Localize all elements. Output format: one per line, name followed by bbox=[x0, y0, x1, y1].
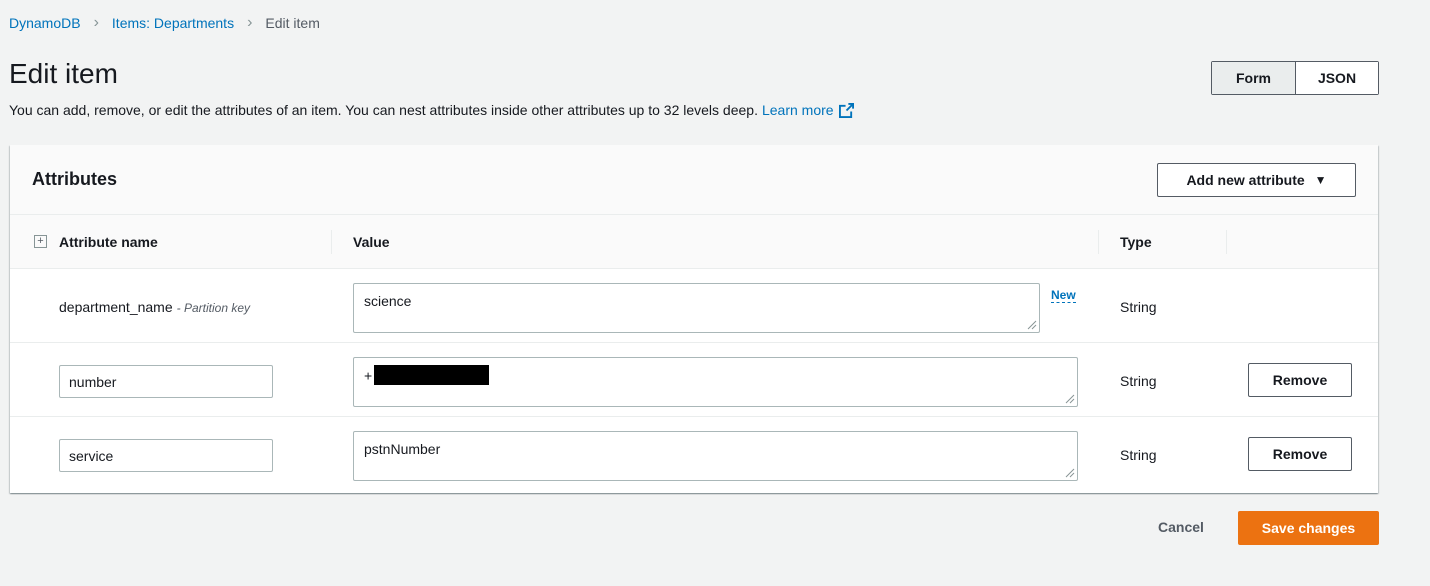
expand-all-icon[interactable]: + bbox=[34, 235, 47, 248]
table-row: + String Remove bbox=[10, 343, 1378, 417]
value-textarea[interactable]: + bbox=[353, 357, 1078, 407]
learn-more-label: Learn more bbox=[761, 102, 834, 118]
type-text: String bbox=[1120, 447, 1157, 463]
external-link-icon bbox=[838, 102, 854, 118]
view-toggle: Form JSON bbox=[1211, 61, 1379, 95]
type-text: String bbox=[1120, 299, 1157, 315]
attribute-name-input[interactable] bbox=[59, 365, 273, 398]
breadcrumb-current: Edit item bbox=[265, 15, 320, 31]
table-row: department_name - Partition key science N… bbox=[10, 269, 1378, 343]
remove-button[interactable]: Remove bbox=[1248, 437, 1352, 471]
breadcrumb-dynamodb[interactable]: DynamoDB bbox=[9, 15, 81, 31]
add-new-attribute-label: Add new attribute bbox=[1186, 172, 1305, 188]
page-description: You can add, remove, or edit the attribu… bbox=[9, 102, 854, 118]
cancel-button[interactable]: Cancel bbox=[1158, 519, 1204, 535]
page-title: Edit item bbox=[9, 58, 118, 89]
chevron-right-icon: › bbox=[247, 14, 253, 31]
attribute-name-input[interactable] bbox=[59, 439, 273, 472]
json-view-button[interactable]: JSON bbox=[1296, 62, 1378, 94]
save-changes-button[interactable]: Save changes bbox=[1238, 511, 1379, 545]
new-badge[interactable]: New bbox=[1051, 289, 1076, 303]
redacted-block bbox=[374, 365, 490, 385]
value-text: science bbox=[364, 293, 412, 309]
table-row: pstnNumber String Remove bbox=[10, 417, 1378, 493]
learn-more-link[interactable]: Learn more bbox=[762, 102, 854, 118]
chevron-right-icon: › bbox=[93, 14, 99, 31]
resize-handle-icon[interactable] bbox=[1027, 320, 1037, 330]
column-type: Type bbox=[1120, 234, 1152, 250]
column-attribute-name: Attribute name bbox=[59, 234, 158, 250]
value-textarea[interactable]: science bbox=[353, 283, 1040, 333]
type-text: String bbox=[1120, 373, 1157, 389]
resize-handle-icon[interactable] bbox=[1065, 394, 1075, 404]
value-textarea[interactable]: pstnNumber bbox=[353, 431, 1078, 481]
attribute-name-text: department_name bbox=[59, 299, 173, 315]
table-header: + Attribute name Value Type bbox=[10, 215, 1378, 269]
page-description-text: You can add, remove, or edit the attribu… bbox=[9, 102, 758, 118]
panel-title: Attributes bbox=[32, 169, 117, 189]
form-view-button[interactable]: Form bbox=[1212, 62, 1296, 94]
breadcrumb: DynamoDB › Items: Departments › Edit ite… bbox=[9, 14, 320, 32]
attributes-panel: Attributes Add new attribute ▼ + Attribu… bbox=[10, 145, 1378, 493]
column-value: Value bbox=[353, 234, 390, 250]
add-new-attribute-button[interactable]: Add new attribute ▼ bbox=[1157, 163, 1356, 197]
column-divider bbox=[331, 230, 332, 254]
caret-down-icon: ▼ bbox=[1314, 173, 1327, 187]
panel-header: Attributes Add new attribute ▼ bbox=[10, 145, 1378, 215]
partition-key-note: - Partition key bbox=[176, 301, 250, 315]
partition-key-name: department_name - Partition key bbox=[59, 299, 250, 315]
breadcrumb-items-departments[interactable]: Items: Departments bbox=[112, 15, 234, 31]
column-divider bbox=[1226, 230, 1227, 254]
value-text: + bbox=[364, 367, 373, 384]
column-divider bbox=[1098, 230, 1099, 254]
remove-button[interactable]: Remove bbox=[1248, 363, 1352, 397]
value-text: pstnNumber bbox=[364, 441, 441, 457]
resize-handle-icon[interactable] bbox=[1065, 468, 1075, 478]
